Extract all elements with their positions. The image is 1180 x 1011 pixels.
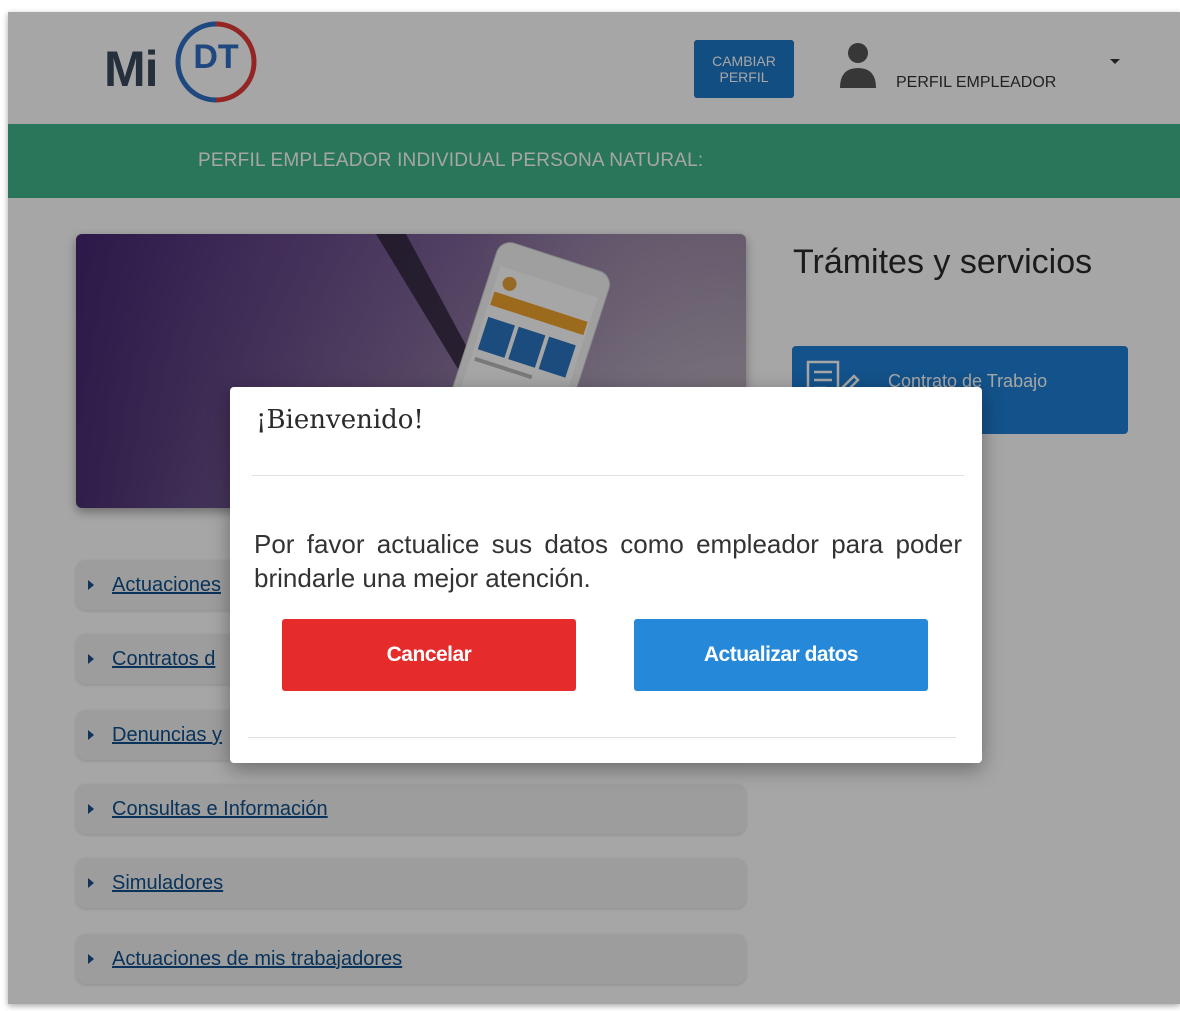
cancel-button[interactable]: Cancelar [282,619,576,691]
app-window: Mi DT CAMBIAR PERFIL PERFIL EMPLEADOR PE… [8,12,1180,1004]
dialog-message: Por favor actualice sus datos como emple… [254,529,962,593]
welcome-dialog: ¡Bienvenido! Por favor actualice sus dat… [230,387,982,763]
dialog-title: ¡Bienvenido! [256,405,424,435]
dialog-footer-divider [248,737,956,738]
update-data-button[interactable]: Actualizar datos [634,619,928,691]
dialog-divider [252,475,964,476]
